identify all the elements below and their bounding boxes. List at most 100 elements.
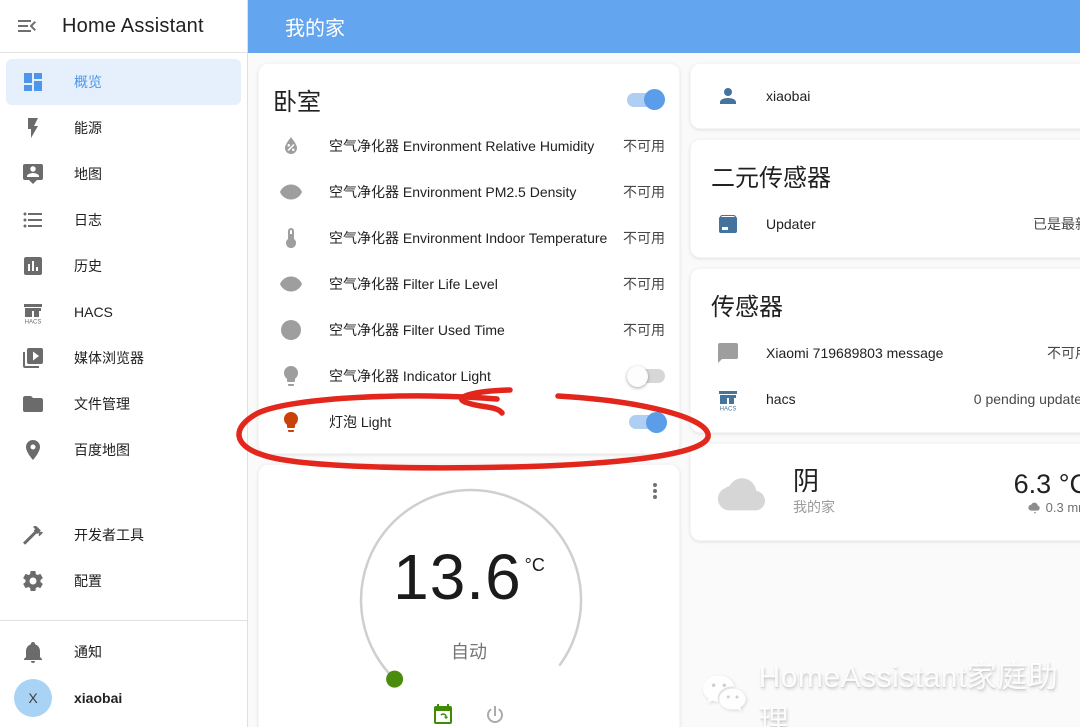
dashboard-content: 卧室 空气净化器 Environment Relative Humidity 不… xyxy=(248,53,1080,727)
sidebar-item-overview[interactable]: 概览 xyxy=(6,59,241,105)
card-title: 卧室 xyxy=(273,82,321,117)
entity-state: 不可用 xyxy=(623,274,665,294)
weather-row[interactable]: 阴 我的家 6.3 °C 0.3 mm xyxy=(691,444,1080,540)
entity-row-hacs-sensor[interactable]: HACS hacs 0 pending updates xyxy=(711,376,1080,422)
sidebar: Home Assistant 概览 能源 地图 日志 历史 HACS HACS xyxy=(0,0,248,727)
entity-name: 灯泡 Light xyxy=(329,412,629,432)
thermostat-card: 13.6°C 自动 xyxy=(258,464,680,727)
thermostat-actions xyxy=(259,703,679,727)
entity-row-filter-life[interactable]: 空气净化器 Filter Life Level 不可用 xyxy=(259,261,679,307)
message-icon xyxy=(716,341,740,365)
sidebar-item-logbook[interactable]: 日志 xyxy=(6,197,241,243)
sidebar-user[interactable]: X xiaobai xyxy=(6,675,241,721)
sidebar-item-label: 配置 xyxy=(74,571,102,591)
eye-icon xyxy=(279,180,303,204)
entity-row-pm25[interactable]: 空气净化器 Environment PM2.5 Density 不可用 xyxy=(259,169,679,215)
sidebar-item-history[interactable]: 历史 xyxy=(6,243,241,289)
sidebar-item-file-manager[interactable]: 文件管理 xyxy=(6,381,241,427)
card-title: 传感器 xyxy=(711,279,1080,330)
entity-row-updater[interactable]: Updater 已是最新 xyxy=(711,201,1080,247)
sidebar-item-label: 历史 xyxy=(74,256,102,276)
sidebar-item-label: 百度地图 xyxy=(74,440,130,460)
sidebar-item-label: 能源 xyxy=(74,118,102,138)
sidebar-item-label: 通知 xyxy=(74,642,102,662)
svg-text:HACS: HACS xyxy=(25,320,42,325)
entity-row-temperature[interactable]: 空气净化器 Environment Indoor Temperature 不可用 xyxy=(259,215,679,261)
sidebar-item-label: HACS xyxy=(74,304,113,320)
sidebar-nav: 概览 能源 地图 日志 历史 HACS HACS 媒体浏览器 文件管理 xyxy=(0,53,247,721)
lightning-bolt-icon xyxy=(21,116,45,140)
bulb-light-toggle[interactable] xyxy=(629,415,665,429)
entity-state: 0 pending updates xyxy=(974,391,1080,407)
entity-row-filter-used-time[interactable]: 空气净化器 Filter Used Time 不可用 xyxy=(259,307,679,353)
tooltip-account-icon xyxy=(21,162,45,186)
entity-name: 空气净化器 Environment Relative Humidity xyxy=(329,136,623,156)
entity-state: 不可用 xyxy=(623,228,665,248)
entity-name: 空气净化器 Filter Used Time xyxy=(329,320,623,340)
sidebar-item-label: 概览 xyxy=(74,72,102,92)
package-icon xyxy=(716,212,740,236)
user-name: xiaobai xyxy=(74,690,122,706)
indicator-light-toggle[interactable] xyxy=(629,369,665,383)
entity-name: 空气净化器 Filter Life Level xyxy=(329,274,623,294)
sidebar-item-label: 文件管理 xyxy=(74,394,130,414)
hacs-store-icon: HACS xyxy=(21,300,45,324)
play-box-multiple-icon xyxy=(21,346,45,370)
weather-condition: 阴 xyxy=(793,467,835,497)
binary-sensors-card: 二元传感器 Updater 已是最新 xyxy=(690,139,1080,258)
bedroom-master-toggle[interactable] xyxy=(627,93,663,107)
entity-name: Updater xyxy=(766,216,1033,232)
bell-icon xyxy=(21,640,45,664)
bedroom-card: 卧室 空气净化器 Environment Relative Humidity 不… xyxy=(258,63,680,454)
temperature-unit: °C xyxy=(525,555,545,575)
sidebar-item-label: 日志 xyxy=(74,210,102,230)
hammer-icon xyxy=(21,523,45,547)
entity-row-indicator-light[interactable]: 空气净化器 Indicator Light xyxy=(259,353,679,399)
menu-open-icon[interactable] xyxy=(15,14,39,38)
sidebar-item-label: 地图 xyxy=(74,164,102,184)
sidebar-item-map[interactable]: 地图 xyxy=(6,151,241,197)
svg-text:HACS: HACS xyxy=(720,407,737,412)
weather-location: 我的家 xyxy=(793,497,835,517)
entity-state: 已是最新 xyxy=(1033,214,1080,234)
entity-row-humidity[interactable]: 空气净化器 Environment Relative Humidity 不可用 xyxy=(259,123,679,169)
weather-temperature: 6.3 °C xyxy=(1014,469,1080,500)
thermostat-handle xyxy=(386,671,403,688)
entity-name: 空气净化器 Environment PM2.5 Density xyxy=(329,182,623,202)
sidebar-item-configuration[interactable]: 配置 xyxy=(6,558,241,604)
weather-summary: 阴 我的家 xyxy=(793,467,835,517)
card-title: 二元传感器 xyxy=(711,150,1080,201)
sidebar-item-energy[interactable]: 能源 xyxy=(6,105,241,151)
map-marker-icon xyxy=(21,438,45,462)
column-left: 卧室 空气净化器 Environment Relative Humidity 不… xyxy=(258,63,680,727)
power-icon[interactable] xyxy=(483,703,507,727)
weather-card: 阴 我的家 6.3 °C 0.3 mm xyxy=(690,443,1080,541)
calendar-sync-icon[interactable] xyxy=(431,703,455,727)
sidebar-header: Home Assistant xyxy=(0,0,247,53)
avatar: X xyxy=(14,679,52,717)
sidebar-divider xyxy=(0,620,247,621)
sidebar-item-developer-tools[interactable]: 开发者工具 xyxy=(6,512,241,558)
entity-name: Xiaomi 719689803 message xyxy=(766,345,1047,361)
sidebar-item-notifications[interactable]: 通知 xyxy=(6,629,241,675)
thermometer-icon xyxy=(279,226,303,250)
gear-icon xyxy=(21,569,45,593)
sidebar-item-label: 开发者工具 xyxy=(74,525,144,545)
column-right: xiaobai 二元传感器 Updater 已是最新 传感器 Xiaomi 71… xyxy=(690,63,1080,551)
cloudy-icon xyxy=(713,469,771,515)
account-icon xyxy=(716,84,740,108)
sidebar-item-baidu-map[interactable]: 百度地图 xyxy=(6,427,241,473)
person-row[interactable]: xiaobai xyxy=(691,64,1080,128)
clock-icon xyxy=(279,318,303,342)
lightbulb-on-icon xyxy=(279,410,303,434)
entity-row-bulb-light[interactable]: 灯泡 Light xyxy=(259,399,679,445)
lightbulb-icon xyxy=(279,364,303,388)
main-area: 我的家 卧室 空气净化器 Environment Relative Humidi… xyxy=(248,0,1080,727)
entity-name: hacs xyxy=(766,391,974,407)
entity-row-xiaomi-message[interactable]: Xiaomi 719689803 message 不可用 xyxy=(711,330,1080,376)
entity-name: 空气净化器 Indicator Light xyxy=(329,366,629,386)
sidebar-item-media-browser[interactable]: 媒体浏览器 xyxy=(6,335,241,381)
sidebar-item-hacs[interactable]: HACS HACS xyxy=(6,289,241,335)
folder-icon xyxy=(21,392,45,416)
person-card: xiaobai xyxy=(690,63,1080,129)
